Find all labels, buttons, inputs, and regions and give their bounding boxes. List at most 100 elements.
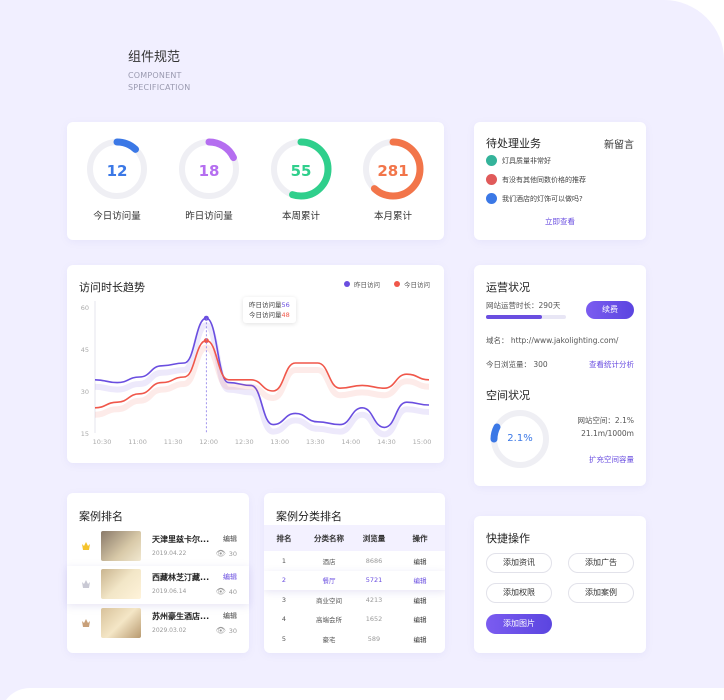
subtitle-line-2: SPECIFICATION [128,83,191,92]
cell-category: 豪宅 [322,635,336,644]
line-chart: 60 45 30 15 10:30 11:00 11:30 12:00 12:30 13:00 13… [81,301,432,446]
case-views: 👁 30 [216,626,237,635]
avatar [486,193,497,204]
y-tick-label: 15 [81,430,89,438]
ranking-row[interactable]: 天津里兹卡尔... 2019.04.22 编辑 👁 30 [67,528,249,566]
edit-button[interactable]: 编辑 [394,614,445,624]
quick-actions-card: 快捷操作 添加资讯 添加广告 添加权限 添加案例 添加图片 [474,516,646,653]
table-row[interactable]: 5 豪宅 589 编辑 [264,629,445,649]
x-tick-label: 12:30 [235,438,254,446]
case-name: 天津里兹卡尔... [152,535,210,544]
case-views: 👁 40 [216,587,237,596]
stat-value: 18 [198,162,220,180]
pending-item-text: 我们酒店的灯饰可以做吗? [502,194,583,203]
ranking-row[interactable]: 西藏林芝汀藏... 2019.06.14 编辑 👁 40 [67,566,249,604]
pending-item-text: 灯具质量非常好 [502,156,551,165]
eye-icon: 👁 [215,587,226,596]
header-category: 分类名称 [314,533,344,543]
case-ranking-card: 案例排名 天津里兹卡尔... 2019.04.22 编辑 👁 30 西藏林芝汀藏.… [67,493,249,653]
tooltip-label: 今日访问量 [249,311,282,319]
header-rank: 排名 [276,533,292,543]
cell-rank: 4 [281,615,287,624]
trend-chart-card: 访问时长趋势 昨日访问 今日访问 60 45 30 15 10:30 11:00 11:30… [67,265,444,463]
cell-rank: 5 [281,634,287,643]
stat-label: 本周累计 [281,211,320,222]
tooltip-line-yesterday: 昨日访问量56 [249,300,290,310]
eye-icon: 👁 [215,549,226,558]
pending-item-text: 有没有其他同数价格的推荐 [502,175,586,184]
table-row[interactable]: 2 餐厅 5721 编辑 [264,570,445,590]
tooltip-label: 昨日访问量 [249,301,282,309]
renew-button[interactable]: 续费 [586,301,634,319]
tooltip-value: 56 [281,301,290,309]
stat-month: 281 本月累计 [353,136,433,222]
new-messages-label[interactable]: 新留言 [604,136,634,151]
run-duration: 网站运营时长：290天 [486,301,561,310]
add-news-button[interactable]: 添加资讯 [486,553,552,573]
space-usage-line-1: 网站空间：2.1% [577,416,634,425]
case-thumbnail [101,531,141,561]
pending-item[interactable]: 灯具质量非常好 [486,155,551,166]
operations-card: 运营状况 网站运营时长：290天 续费 域名： http://www.jakol… [474,265,646,486]
table-row[interactable]: 3 商业空间 4213 编辑 [264,590,445,610]
stat-today: 12 今日访问量 [77,136,157,222]
space-percent: 2.1% [507,433,533,444]
cell-category: 商业空间 [316,596,342,605]
edit-button[interactable]: 编辑 [223,572,237,582]
cell-rank: 3 [281,595,287,604]
cell-views: 5721 [365,576,383,585]
views-count: 40 [228,587,237,596]
edit-button[interactable]: 编辑 [394,634,445,644]
y-tick-label: 45 [81,346,89,354]
cell-rank: 2 [281,576,287,585]
views-count: 30 [228,626,237,635]
x-tick-label: 14:30 [377,438,396,446]
view-now-link[interactable]: 立即查看 [474,216,646,227]
expand-space-link[interactable]: 扩充空间容量 [589,454,634,465]
series-shadow [94,322,430,438]
case-thumbnail [101,608,141,638]
x-tick-label: 13:30 [306,438,325,446]
pending-title: 待处理业务 [486,137,541,150]
x-tick-label: 14:00 [342,438,361,446]
silver-crown-icon [82,580,90,588]
table-row[interactable]: 4 高端会所 1652 编辑 [264,610,445,630]
stats-card: 12 今日访问量 18 昨日访问量 55 本周累计 281 本月累计 [67,122,444,240]
add-permission-button[interactable]: 添加权限 [486,583,552,603]
cell-views: 8686 [365,556,383,565]
run-progress-fill [486,315,542,319]
add-image-button[interactable]: 添加图片 [486,614,552,634]
bronze-crown-icon [82,619,90,627]
edit-button[interactable]: 编辑 [223,611,237,621]
stat-label: 本月累计 [373,211,412,222]
edit-button[interactable]: 编辑 [394,595,445,605]
stat-value: 281 [377,162,409,180]
stat-value: 55 [290,162,312,180]
avatar [486,155,497,166]
cell-views: 4213 [365,595,383,604]
case-views: 👁 30 [216,549,237,558]
cell-category: 餐厅 [322,577,336,586]
stat-week: 55 本周累计 [261,136,341,222]
tooltip-value: 48 [281,311,290,319]
ranking-row[interactable]: 苏州豪生酒店... 2029.03.02 编辑 👁 30 [67,605,249,643]
add-ad-button[interactable]: 添加广告 [568,553,634,573]
x-tick-label: 15:00 [413,438,432,446]
pending-card: 待处理业务 新留言 灯具质量非常好 有没有其他同数价格的推荐 我们酒店的灯饰可以… [474,122,646,240]
avatar [486,174,497,185]
views-count: 30 [228,549,237,558]
pending-item[interactable]: 我们酒店的灯饰可以做吗? [486,193,583,204]
edit-button[interactable]: 编辑 [223,534,237,544]
edit-button[interactable]: 编辑 [394,575,445,585]
stat-yesterday: 18 昨日访问量 [169,136,249,222]
edit-button[interactable]: 编辑 [394,556,445,566]
case-name: 西藏林芝汀藏... [152,573,210,582]
table-row[interactable]: 1 酒店 8686 编辑 [264,551,445,571]
add-case-button[interactable]: 添加案例 [568,583,634,603]
x-tick-label: 10:30 [93,438,112,446]
gold-crown-icon [82,542,90,550]
pending-item[interactable]: 有没有其他同数价格的推荐 [486,174,586,185]
category-ranking-card: 案例分类排名 排名 分类名称 浏览量 操作 1 酒店 8686 编辑 2 餐厅 … [264,493,445,653]
case-name: 苏州豪生酒店... [152,612,210,621]
stats-analysis-link[interactable]: 查看统计分析 [589,359,634,370]
